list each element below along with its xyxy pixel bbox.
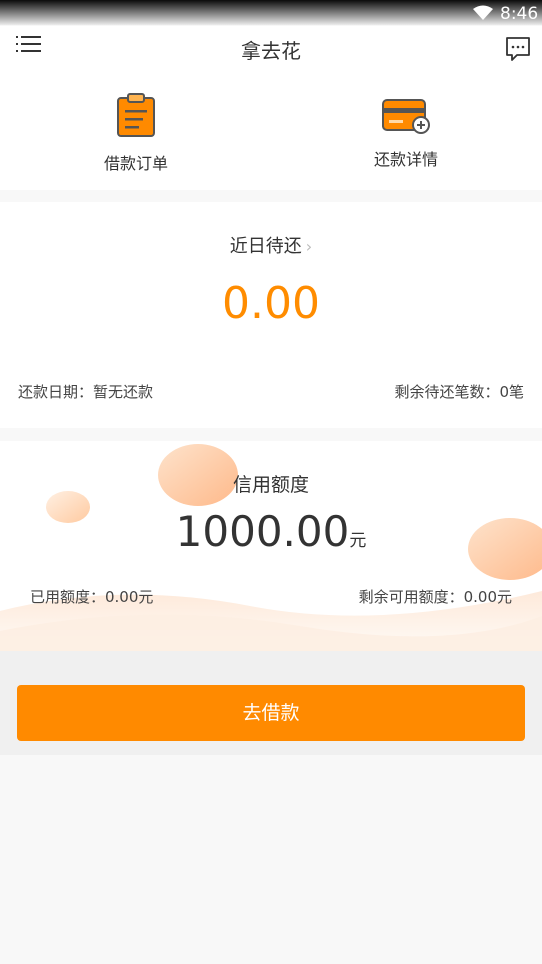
credit-amount-row: 1000.00元 [0,507,542,556]
repay-details-label: 还款详情 [373,150,438,169]
repay-date: 还款日期：暂无还款 [18,383,154,401]
clipboard-icon [117,93,155,137]
borrow-button[interactable]: 去借款 [17,685,525,741]
message-icon[interactable] [505,36,531,62]
chevron-right-icon: › [305,237,313,256]
recent-due-title-link[interactable]: 近日待还 › [0,232,542,258]
app-header: 拿去花 [0,26,542,76]
credit-card: 信用额度 1000.00元 已用额度：0.00元 剩余可用额度：0.00元 [0,441,542,651]
borrow-area: 去借款 [0,651,542,755]
credit-amount: 1000.00 [175,507,350,556]
remaining-count: 剩余待还笔数：0笔 [394,383,524,401]
loan-orders-button[interactable]: 借款订单 [36,76,236,190]
recent-due-title: 近日待还 [229,236,302,257]
status-time: 8:46 [500,4,539,24]
recent-due-amount: 0.00 [222,278,320,329]
credit-title: 信用额度 [232,474,309,496]
card-icon [382,99,430,134]
empty-area [0,755,542,964]
available-credit: 剩余可用额度：0.00元 [358,588,512,606]
repay-details-button[interactable]: 还款详情 [306,76,506,190]
wifi-icon [473,5,493,20]
credit-unit: 元 [349,531,367,551]
used-credit: 已用额度：0.00元 [30,588,154,606]
loan-orders-label: 借款订单 [103,154,168,173]
recent-due-card: 近日待还 › 0.00 还款日期：暂无还款 剩余待还笔数：0笔 [0,202,542,428]
page-title: 拿去花 [241,39,301,63]
shortcut-bar: 借款订单 还款详情 [0,76,542,190]
status-bar: 8:46 [0,0,542,26]
